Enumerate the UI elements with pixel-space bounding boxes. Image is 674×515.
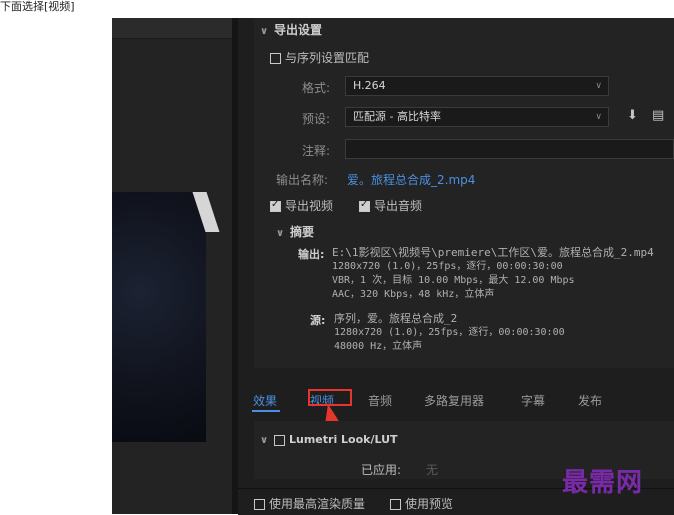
match-sequence-checkbox[interactable]: 与序列设置匹配 [270, 49, 369, 66]
lumetri-checkbox[interactable]: ∨ Lumetri Look/LUT [260, 433, 398, 446]
comment-input[interactable] [345, 139, 674, 159]
export-settings-header[interactable]: ∨ 导出设置 [260, 21, 322, 38]
checkbox-checked-icon [359, 199, 370, 212]
tab-captions[interactable]: 字幕 [521, 392, 545, 409]
export-audio-checkbox[interactable]: 导出音频 [359, 197, 422, 214]
settings-box: ∨ 导出设置 与序列设置匹配 格式: H.264 ∨ 预设: 匹配源 - 高比特率 ∨… [254, 18, 674, 368]
source-summary-label: 源: [310, 314, 326, 327]
active-tab-underline [252, 410, 280, 412]
output-name-link[interactable]: 爱。旅程总合成_2.mp4 [347, 171, 475, 188]
chevron-down-icon: ∨ [595, 81, 602, 91]
chevron-down-icon: ∨ [260, 26, 269, 37]
export-video-checkbox[interactable]: 导出视频 [270, 197, 333, 214]
preset-label: 预设: [302, 112, 331, 126]
chevron-down-icon: ∨ [276, 228, 285, 239]
caption-text: 下面选择[视频] [0, 0, 75, 13]
format-label: 格式: [302, 81, 331, 95]
applied-label: 已应用: [361, 463, 402, 477]
output-summary: E:\1影视区\视频号\premiere\工作区\爱。旅程总合成_2.mp4 1… [332, 246, 654, 300]
tab-effects[interactable]: 效果 [253, 392, 277, 409]
checkbox-icon [390, 499, 401, 510]
save-preset-icon[interactable]: ⬇ [627, 108, 638, 123]
watermark: 最需网 [562, 468, 644, 498]
chevron-down-icon: ∨ [595, 112, 602, 122]
output-summary-label: 输出: [298, 248, 325, 261]
applied-value[interactable]: 无 [426, 461, 438, 478]
video-preview [112, 192, 206, 442]
checkbox-icon [254, 499, 265, 510]
program-monitor-panel [112, 18, 240, 514]
monitor-header [112, 18, 240, 39]
tab-publish[interactable]: 发布 [578, 392, 602, 409]
export-settings-panel: ∨ 导出设置 与序列设置匹配 格式: H.264 ∨ 预设: 匹配源 - 高比特率 ∨… [238, 18, 674, 515]
summary-header[interactable]: ∨ 摘要 [276, 223, 314, 240]
import-preset-icon[interactable]: ▤ [652, 108, 664, 123]
checkbox-checked-icon [270, 199, 281, 212]
source-summary: 序列，爱。旅程总合成_2 1280x720 (1.0)，25fps，逐行，00:… [334, 312, 565, 352]
chevron-down-icon: ∨ [260, 435, 269, 446]
max-render-quality-checkbox[interactable]: 使用最高渲染质量 [254, 495, 365, 512]
preset-select[interactable]: 匹配源 - 高比特率 ∨ [345, 107, 609, 127]
use-preview-checkbox[interactable]: 使用预览 [390, 495, 453, 512]
tab-audio[interactable]: 音频 [368, 392, 392, 409]
checkbox-icon [270, 53, 281, 64]
checkbox-icon [274, 434, 285, 446]
output-name-label: 输出名称: [276, 173, 329, 187]
format-select[interactable]: H.264 ∨ [345, 76, 609, 96]
tab-multiplexer[interactable]: 多路复用器 [424, 392, 484, 409]
comment-label: 注释: [302, 144, 331, 158]
tab-bar: 效果 视频 音频 多路复用器 字幕 发布 [238, 384, 674, 466]
